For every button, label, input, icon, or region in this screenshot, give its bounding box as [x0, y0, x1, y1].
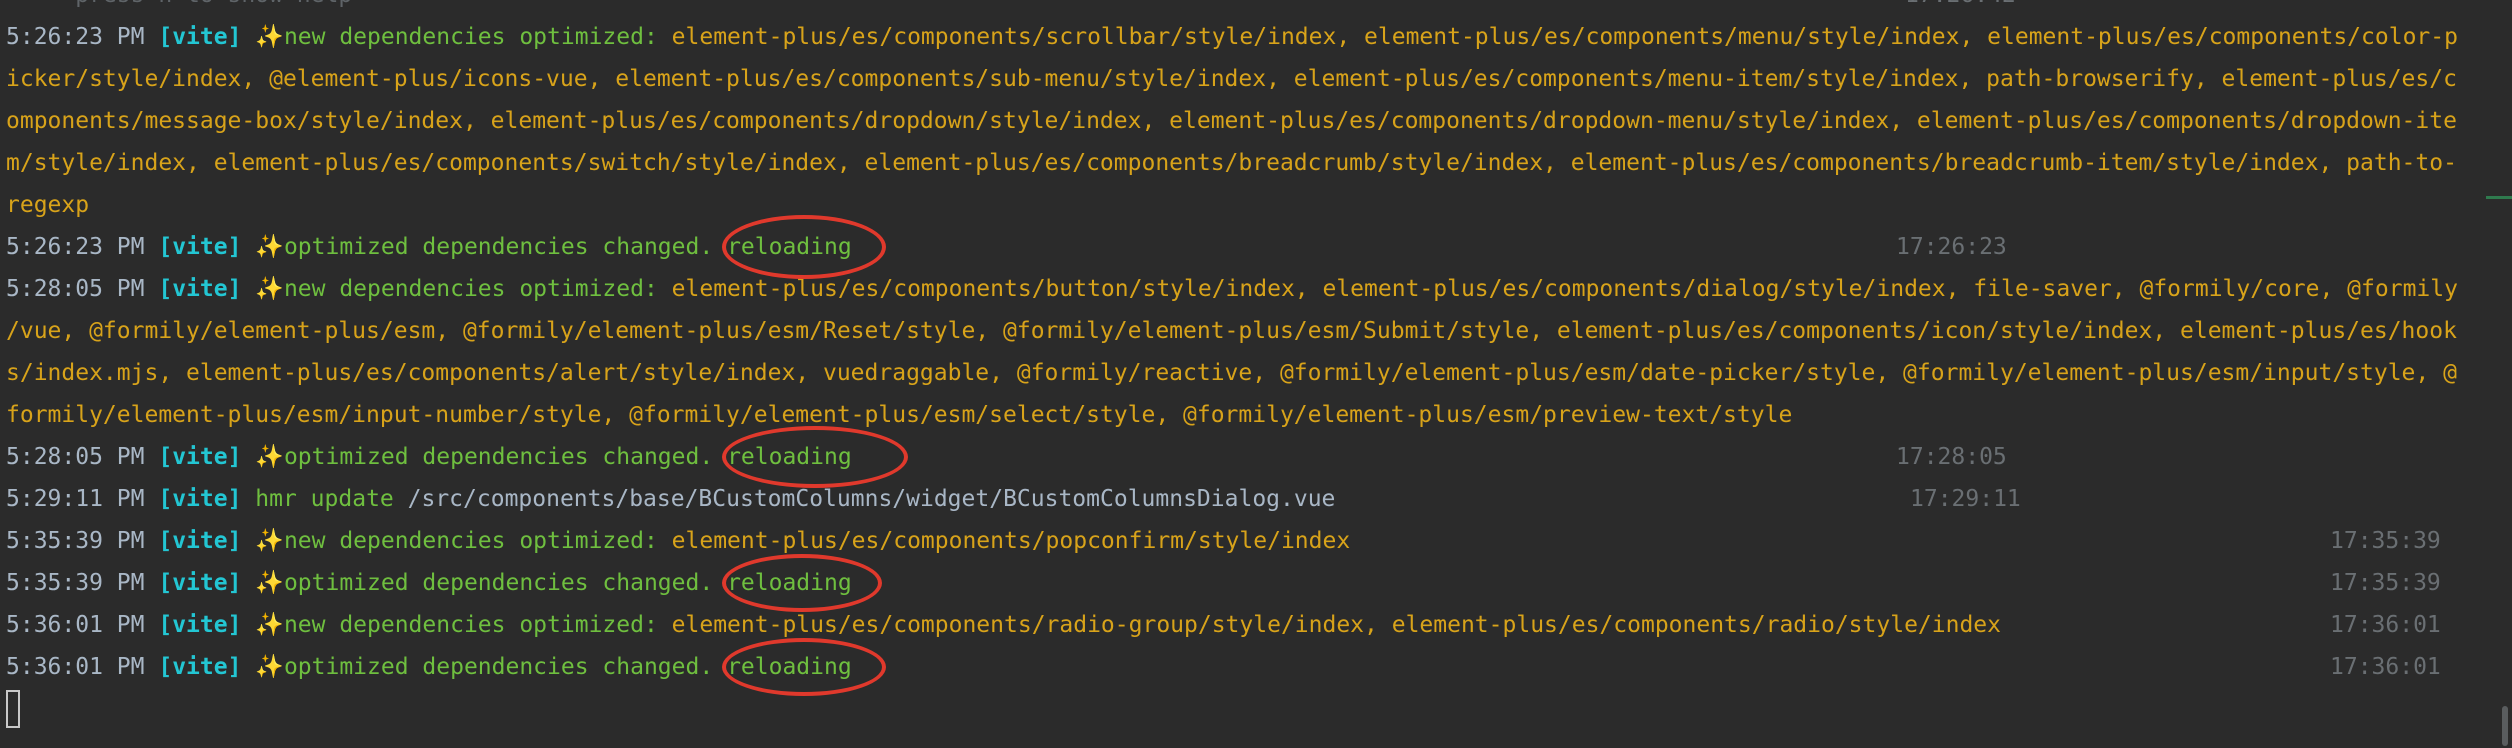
- reloading-text: reloading: [727, 570, 852, 596]
- sparkles-icon: ✨: [255, 528, 284, 554]
- log-line-continuation: formily/element-plus/esm/input-number/st…: [6, 402, 1793, 428]
- terminal-output[interactable]: ➜ press h to show help 17:26:42 5:26:23 …: [0, 0, 2512, 748]
- vite-tag: [vite]: [158, 654, 242, 680]
- vite-tag: [vite]: [158, 234, 242, 260]
- vite-tag: [vite]: [158, 570, 242, 596]
- log-line: 5:28:05 PM [vite] ✨optimized dependencie…: [6, 444, 852, 470]
- vite-tag: [vite]: [158, 24, 242, 50]
- log-line: 5:36:01 PM [vite] ✨optimized dependencie…: [6, 654, 852, 680]
- right-timestamp: 17:28:05: [1896, 444, 2007, 470]
- right-timestamp: 17:29:11: [1910, 486, 2021, 512]
- right-timestamp: 17:36:01: [2330, 654, 2441, 680]
- vite-tag: [vite]: [158, 276, 242, 302]
- terminal-cursor: [6, 690, 20, 728]
- sparkles-icon: ✨: [255, 24, 284, 50]
- sparkles-icon: ✨: [255, 276, 284, 302]
- reloading-text: reloading: [727, 234, 852, 260]
- log-line: 5:29:11 PM [vite] hmr update /src/compon…: [6, 486, 1336, 512]
- right-timestamp: 17:35:39: [2330, 528, 2441, 554]
- reloading-text: reloading: [727, 654, 852, 680]
- vite-tag: [vite]: [158, 612, 242, 638]
- log-line: 5:26:23 PM [vite] ✨new dependencies opti…: [6, 24, 2458, 50]
- log-line: 5:28:05 PM [vite] ✨new dependencies opti…: [6, 276, 2458, 302]
- log-line: 5:36:01 PM [vite] ✨new dependencies opti…: [6, 612, 2001, 638]
- log-line-continuation: s/index.mjs, element-plus/es/components/…: [6, 360, 2457, 386]
- hmr-path: /src/components/base/BCustomColumns/widg…: [407, 486, 1336, 512]
- right-timestamp: 17:36:01: [2330, 612, 2441, 638]
- sparkles-icon: ✨: [255, 570, 284, 596]
- log-line-continuation: omponents/message-box/style/index, eleme…: [6, 108, 2457, 134]
- right-timestamp: 17:35:39: [2330, 570, 2441, 596]
- sparkles-icon: ✨: [255, 654, 284, 680]
- reloading-text: reloading: [727, 444, 852, 470]
- sparkles-icon: ✨: [255, 234, 284, 260]
- right-timestamp: 17:26:23: [1896, 234, 2007, 260]
- log-line-continuation: /vue, @formily/element-plus/esm, @formil…: [6, 318, 2457, 344]
- partial-help-line: ➜ press h to show help: [6, 0, 353, 16]
- vite-tag: [vite]: [158, 486, 242, 512]
- partial-right-timestamp: 17:26:42: [1905, 0, 2016, 16]
- log-line-continuation: regexp: [6, 192, 90, 218]
- log-line: 5:26:23 PM [vite] ✨optimized dependencie…: [6, 234, 852, 260]
- log-line-continuation: m/style/index, element-plus/es/component…: [6, 150, 2457, 176]
- vite-tag: [vite]: [158, 528, 242, 554]
- scroll-marker: [2486, 196, 2512, 199]
- scrollbar-thumb[interactable]: [2502, 706, 2508, 746]
- vite-tag: [vite]: [158, 444, 242, 470]
- log-line: 5:35:39 PM [vite] ✨new dependencies opti…: [6, 528, 1351, 554]
- log-line: 5:35:39 PM [vite] ✨optimized dependencie…: [6, 570, 852, 596]
- log-line-continuation: icker/style/index, @element-plus/icons-v…: [6, 66, 2457, 92]
- sparkles-icon: ✨: [255, 444, 284, 470]
- sparkles-icon: ✨: [255, 612, 284, 638]
